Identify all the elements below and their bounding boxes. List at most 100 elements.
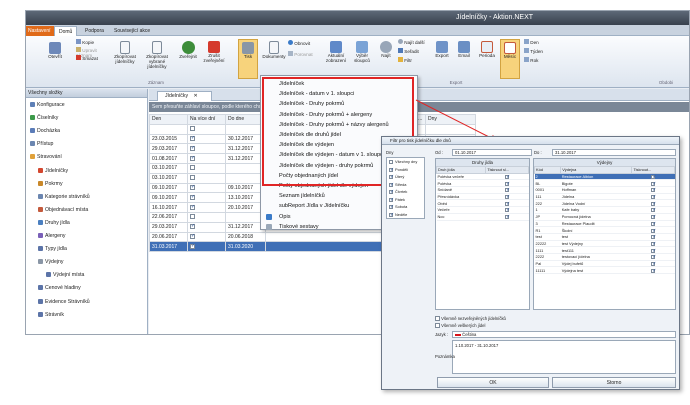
sidebar-item[interactable]: Kategorie strávníků [38,193,90,201]
year-button[interactable]: Rok [524,57,548,63]
vydejny-header-cell[interactable]: Kód [533,166,562,174]
vydejny-row[interactable]: 111 Jídelna [534,193,675,201]
sidebar-item[interactable]: Druhy jídla [38,219,70,227]
tab-nastaveni[interactable]: Nastavení [26,26,55,36]
vydejny-row[interactable]: 11111 Výdejna test [534,266,675,274]
druhy-header-cell[interactable]: Druh jídla [435,166,487,174]
print-checkbox[interactable] [505,194,510,200]
cancel-button[interactable]: Storno [552,377,676,388]
checkbox[interactable] [190,243,195,249]
refresh-button[interactable]: Obnovit [288,40,318,46]
do-date-input[interactable]: 31.10.2017 [552,149,676,156]
print-checkbox[interactable] [505,174,510,180]
sidebar-item[interactable]: Konfigurace [30,101,65,109]
sidebar-item[interactable]: Stravování [30,153,62,161]
print-button[interactable]: Tisk [238,39,258,79]
open-button[interactable]: Otevřít [44,42,66,59]
option-all-meals[interactable]: Všemně veškerých jídel [435,323,485,328]
druhy-row[interactable]: Snídaně [436,186,529,194]
checkbox[interactable] [190,135,195,141]
option-unpublished[interactable]: Všemně nezveřejněných jídelníčků [435,316,506,321]
checkbox[interactable] [190,214,195,220]
close-icon[interactable]: ✕ [194,93,198,99]
print-checkbox[interactable] [505,207,510,213]
print-checkbox[interactable] [651,201,656,207]
print-checkbox[interactable] [651,228,656,234]
print-checkbox[interactable] [651,221,656,227]
od-date-input[interactable]: 01.10.2017 [452,149,532,156]
columns-button[interactable]: Výběr sloupců [350,41,374,63]
sidebar-item[interactable]: Typy jídla [38,245,67,253]
print-checkbox[interactable] [505,214,510,220]
sidebar-item[interactable]: Objednávací místa [38,206,88,214]
sort-button[interactable]: Seřadit [398,48,428,54]
email-button[interactable]: Email [454,41,474,58]
day-option[interactable]: Středa [387,181,424,189]
druhy-header-cell[interactable]: Tisknout sl... [485,166,529,174]
print-checkbox[interactable] [651,181,656,187]
day-checkbox[interactable] [389,197,394,204]
copy-button[interactable]: Kopie [76,39,102,45]
vydejny-row[interactable]: 1111 test111 [534,246,675,254]
day-checkbox[interactable] [389,174,394,182]
col-dny[interactable]: Dny [425,114,476,125]
vydejny-row[interactable]: 22222 test Výdejny [534,240,675,248]
print-checkbox[interactable] [651,174,656,180]
filter-row-cell[interactable] [425,123,476,135]
day-option[interactable]: Pátek [387,196,424,204]
print-checkbox[interactable] [651,234,656,240]
tab-podpora[interactable]: Podpora [81,26,108,36]
vydejny-row[interactable]: BL Bigote [534,179,675,188]
filter-row-cell[interactable] [187,123,226,135]
vydejny-row[interactable]: 0001 Hoffman [534,186,675,194]
day-checkbox[interactable] [389,160,393,164]
vydejny-row[interactable]: Pal Výdej bufetů [534,260,675,268]
sidebar-item[interactable]: Výdejní místa [46,271,84,279]
day-option[interactable]: Sobota [387,203,424,212]
current-view-button[interactable]: Aktuální zobrazení [322,41,350,63]
delete-button[interactable]: Smazat [76,55,106,61]
day-button[interactable]: Den [524,39,548,45]
col-na-vice-dni[interactable]: Na více dní [187,114,226,125]
print-checkbox[interactable] [505,187,510,193]
checkbox[interactable] [190,204,195,210]
print-checkbox[interactable] [651,248,656,254]
export-button[interactable]: Export [431,41,453,58]
vydejny-row[interactable]: test test [534,233,675,241]
checkbox[interactable] [190,165,195,171]
print-checkbox[interactable] [651,187,656,193]
checkbox[interactable] [190,155,195,161]
druhy-row[interactable]: Večeře [436,206,529,214]
vydejny-row[interactable]: 2 Restaurace Albion [534,173,675,181]
print-checkbox[interactable] [651,261,656,267]
option-unpublished-checkbox[interactable] [435,316,440,321]
vydejny-row[interactable]: 3 Restaurace Plaudit [534,220,675,228]
sidebar-item[interactable]: Jídelníčky [38,167,68,175]
vydejny-row[interactable]: 222 Jídelna Vodní [534,199,675,208]
vydejny-row[interactable]: JP Pomocná jídelna [534,213,675,221]
sidebar-item[interactable]: Cenové hladiny [38,284,81,292]
compare-button[interactable]: Porovnat [288,51,320,57]
print-checkbox[interactable] [651,194,656,200]
tab-domu[interactable]: Domů [54,26,78,36]
print-checkbox[interactable] [651,214,656,220]
tab-jidelnicky[interactable]: Jídelníčky ✕ [157,91,212,101]
checkbox[interactable] [190,194,195,200]
sidebar-item[interactable]: Číselníky [30,114,58,122]
vydejny-row[interactable]: R1 Školní [534,226,675,234]
col-den[interactable]: Den [149,114,188,125]
day-option[interactable]: Čtvrtek [387,188,424,197]
druhy-row[interactable]: Noc [436,213,529,221]
vydejny-row[interactable]: 2222 testovací jídelna [534,253,675,261]
checkbox[interactable] [190,223,195,230]
checkbox[interactable] [190,175,195,181]
vydejny-header-cell[interactable]: Tisknout... [631,166,675,174]
sidebar-item[interactable]: Přístup [30,140,53,148]
print-checkbox[interactable] [651,207,656,213]
sidebar-item[interactable]: Docházka [30,127,60,135]
sidebar-item[interactable]: Alergeny [38,232,65,240]
day-checkbox[interactable] [389,189,394,197]
filter-button[interactable]: Filtr [398,57,428,63]
find-next-button[interactable]: Najít další [398,39,428,45]
day-option[interactable]: Úterý [387,173,424,182]
